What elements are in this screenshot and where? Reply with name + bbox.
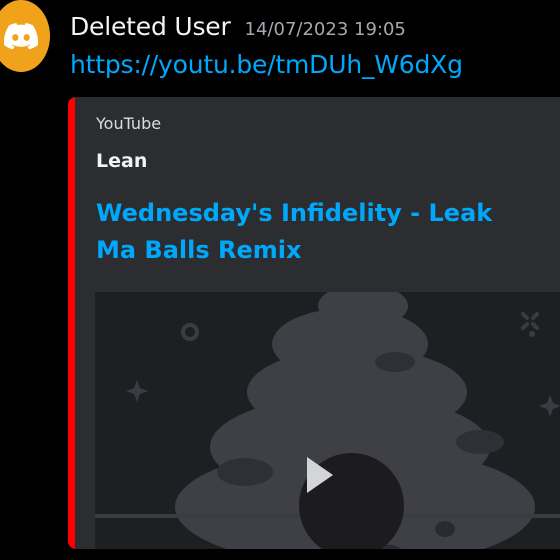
timestamp: 14/07/2023 19:05 [244,19,406,40]
play-button[interactable] [299,453,404,549]
play-icon [307,457,333,493]
discord-logo-icon [4,23,38,49]
sparkle-circle-icon [181,323,199,341]
embed-accent-bar [68,97,75,549]
sparkle-x-icon [521,312,539,330]
embed-provider[interactable]: YouTube [96,114,161,133]
message-link[interactable]: https://youtu.be/tmDUh_W6dXg [70,50,463,79]
sparkle-star-icon [126,380,148,402]
avatar[interactable] [0,0,50,72]
video-thumbnail[interactable] [95,292,560,549]
sparkle-star-icon [539,395,560,417]
embed-author[interactable]: Lean [96,150,147,172]
link-embed: YouTube Lean Wednesday's Infidelity - Le… [68,97,560,549]
username[interactable]: Deleted User [70,12,231,41]
embed-title[interactable]: Wednesday's Infidelity - Leak Ma Balls R… [96,195,536,269]
message-header: Deleted User 14/07/2023 19:05 [70,12,406,41]
sparkle-dot-icon [529,331,535,337]
